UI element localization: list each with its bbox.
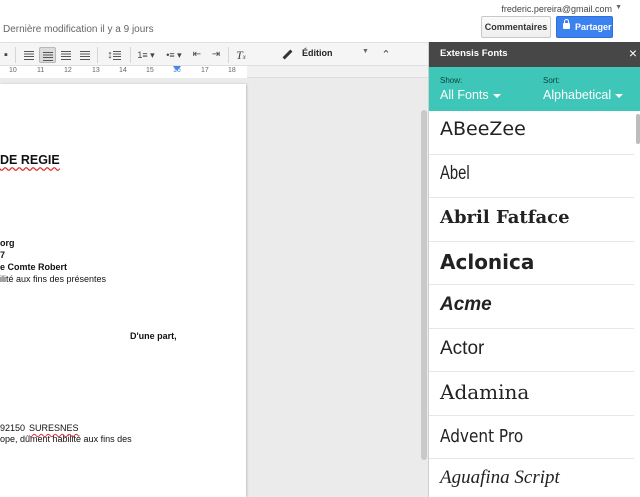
clear-formatting-icon[interactable]: Tx: [232, 47, 250, 63]
ruler-number: 18: [228, 67, 236, 74]
font-item-aclonica[interactable]: Aclonica: [429, 242, 634, 285]
user-email[interactable]: frederic.pereira@gmail.com: [501, 4, 612, 14]
chevron-down-icon: [615, 93, 624, 98]
account-caret-icon[interactable]: ▼: [615, 4, 622, 11]
doc-line: SURESNES: [29, 423, 79, 433]
ruler-number: 10: [9, 67, 17, 74]
comments-button[interactable]: Commentaires: [481, 16, 551, 38]
top-bar: Dernière modification il y a 9 jours fre…: [0, 0, 640, 42]
font-name: Advent Pro: [440, 425, 524, 447]
doc-line: e Comte Robert: [0, 262, 68, 272]
font-name: Aguafina Script: [440, 467, 560, 488]
show-label: Show:: [440, 76, 463, 85]
doc-line: ope, dûment habilité aux fins des: [0, 434, 132, 444]
font-item-abel[interactable]: Abel: [429, 155, 634, 198]
sort-value: Alphabetical: [543, 88, 612, 102]
doc-line: org: [0, 238, 15, 248]
font-name: Actor: [440, 337, 485, 359]
extensis-fonts-panel: Extensis Fonts × Show: All Fonts Sort: A…: [428, 42, 640, 497]
align-justify-icon[interactable]: [77, 47, 93, 63]
lock-icon: [563, 19, 570, 29]
font-name: Acme: [440, 294, 492, 315]
font-item-acme[interactable]: Acme: [429, 285, 634, 329]
chevron-down-icon: [492, 93, 501, 98]
show-dropdown[interactable]: All Fonts: [440, 88, 501, 102]
font-list: ABeeZee Abel Abril Fatface Aclonica Acme…: [429, 111, 634, 497]
font-item-abeezee[interactable]: ABeeZee: [429, 111, 634, 155]
ruler-number: 14: [119, 67, 127, 74]
decrease-indent-icon[interactable]: ⇤: [189, 47, 205, 63]
sort-label: Sort:: [543, 76, 560, 85]
toolbar-divider: [97, 47, 98, 63]
font-item-adamina[interactable]: Adamina: [429, 372, 634, 416]
collapse-toolbar-icon[interactable]: ⌃: [378, 47, 394, 63]
panel-filters: Show: All Fonts Sort: Alphabetical: [429, 67, 640, 111]
toolbar-divider: [15, 47, 16, 63]
numbered-list-icon[interactable]: 1≡ ▾: [134, 47, 158, 63]
toolbar-divider: [228, 47, 229, 63]
align-left-icon[interactable]: [21, 47, 37, 63]
align-center-icon[interactable]: [39, 47, 56, 63]
formatting-toolbar: ▪ ↕ 1≡ ▾ •≡ ▾ ⇤ ⇥ Tx Édition ▼ ⌃: [0, 42, 428, 66]
increase-indent-icon[interactable]: ⇥: [208, 47, 224, 63]
doc-line: D'une part,: [130, 331, 177, 341]
share-button-label: Partager: [575, 22, 612, 32]
font-name: Adamina: [440, 380, 530, 404]
line-spacing-icon[interactable]: ↕: [101, 47, 127, 63]
font-item-advent-pro[interactable]: Advent Pro: [429, 416, 634, 459]
editing-mode-dropdown[interactable]: Édition: [302, 48, 333, 58]
comment-icon[interactable]: ▪: [0, 47, 12, 63]
doc-line: ilité aux fins des présentes: [0, 274, 107, 284]
doc-heading: DE REGIE: [0, 153, 60, 167]
ruler-number: 15: [146, 67, 154, 74]
doc-line: 7: [0, 250, 6, 260]
ruler-number: 13: [92, 67, 100, 74]
indent-marker[interactable]: [173, 66, 181, 71]
ruler-number: 17: [201, 67, 209, 74]
bulleted-list-icon[interactable]: •≡ ▾: [162, 47, 186, 63]
close-icon[interactable]: ×: [629, 45, 637, 61]
font-item-aguafina-script[interactable]: Aguafina Script: [429, 459, 634, 497]
font-name: Abel: [440, 162, 470, 184]
document-scrollbar[interactable]: [421, 110, 427, 460]
doc-line: 92150: [0, 423, 26, 433]
font-name: ABeeZee: [440, 118, 526, 140]
last-modified-link[interactable]: Dernière modification il y a 9 jours: [3, 24, 154, 35]
sort-dropdown[interactable]: Alphabetical: [543, 88, 624, 102]
share-button[interactable]: Partager: [556, 16, 613, 38]
panel-scrollbar[interactable]: [636, 114, 640, 144]
pencil-icon: [282, 49, 293, 60]
chevron-down-icon[interactable]: ▼: [362, 48, 369, 55]
ruler-number: 12: [64, 67, 72, 74]
document-page[interactable]: DE REGIE org 7 e Comte Robert ilité aux …: [0, 84, 246, 497]
font-item-actor[interactable]: Actor: [429, 329, 634, 372]
panel-title: Extensis Fonts: [440, 48, 508, 59]
panel-header: Extensis Fonts ×: [429, 42, 640, 67]
ruler: 10 11 12 13 14 15 16 17 18: [0, 66, 428, 78]
font-name: Aclonica: [440, 249, 535, 274]
ruler-number: 11: [37, 67, 45, 74]
align-right-icon[interactable]: [58, 47, 74, 63]
font-name: Abril Fatface: [440, 207, 570, 228]
font-item-abril-fatface[interactable]: Abril Fatface: [429, 198, 634, 242]
show-value: All Fonts: [440, 88, 489, 102]
toolbar-divider: [130, 47, 131, 63]
